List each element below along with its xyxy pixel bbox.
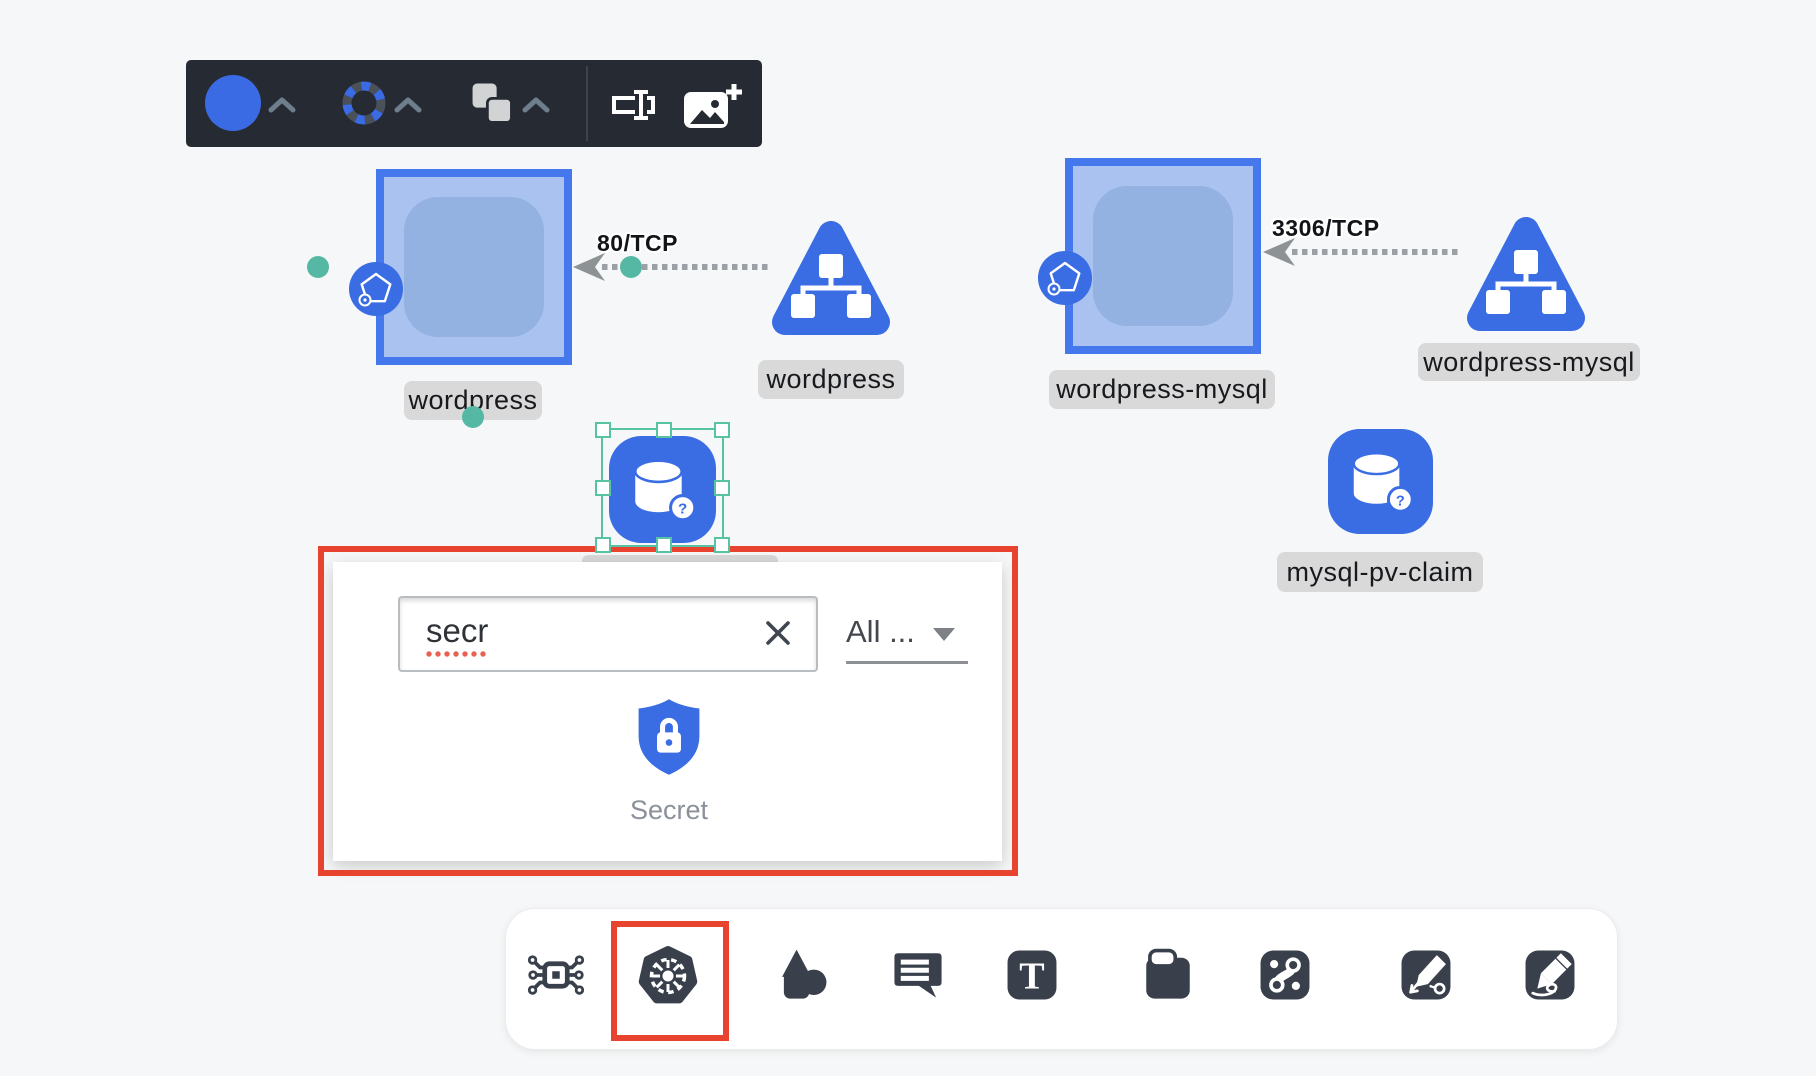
highlighter-tool-icon[interactable] [1521,946,1579,1004]
selection-handle[interactable] [595,480,611,496]
copy-style-icon[interactable] [467,78,517,128]
node-label[interactable]: mysql-pv-claim [1277,552,1483,592]
connection-point[interactable] [462,406,484,428]
pen-tool-icon[interactable] [1397,946,1455,1004]
selection-handle[interactable] [714,422,730,438]
selection-handle[interactable] [656,537,672,553]
infrastructure-tool-icon[interactable] [526,945,586,1005]
node-wordpress-deployment[interactable] [376,169,572,365]
shapes-tool-icon[interactable] [773,946,831,1004]
connector-tool-icon[interactable] [1256,946,1314,1004]
pod-icon[interactable] [1038,251,1092,305]
edge-wordpress-mysql[interactable] [1292,249,1460,255]
fill-color-icon[interactable] [204,74,262,132]
canvas[interactable]: 80/TCP wordpress wordpress 3306/TCP word… [0,0,1816,1076]
selection-handle[interactable] [714,480,730,496]
connection-point[interactable] [620,256,642,278]
chevron-up-icon[interactable] [268,97,296,113]
arrowhead-icon [573,253,605,281]
chevron-up-icon[interactable] [522,97,550,113]
node-wordpress-mysql-service[interactable] [1460,204,1592,336]
node-mysql-pv-claim[interactable]: ? [1327,428,1434,535]
selection-handle[interactable] [595,422,611,438]
comment-tool-icon[interactable] [889,946,947,1004]
toolbar-divider [586,66,588,141]
frame-tool-icon[interactable] [1139,946,1197,1004]
edge-port-label[interactable]: 80/TCP [597,230,678,257]
annotation-rectangle[interactable] [318,546,1018,876]
node-label[interactable]: wordpress [758,360,904,399]
pod-icon[interactable] [349,262,403,316]
node-label[interactable]: wordpress-mysql [1049,370,1275,409]
active-tool-annotation [611,921,729,1041]
question-badge: ? [1396,493,1405,509]
selection-handle[interactable] [595,537,611,553]
node-wordpress-service[interactable] [765,208,897,340]
node-label[interactable]: wordpress-mysql [1418,343,1640,381]
connection-point[interactable] [307,256,329,278]
node-wordpress-mysql-deployment[interactable] [1065,158,1261,354]
text-tool-glyph: T [1019,956,1044,998]
selection-handle[interactable] [656,422,672,438]
selection-handle[interactable] [714,537,730,553]
text-width-icon[interactable] [605,85,661,125]
chevron-up-icon[interactable] [394,97,422,113]
replica-box [1093,186,1233,326]
arrowhead-icon [1263,238,1295,266]
text-tool-icon[interactable]: T [1003,946,1061,1004]
style-toolbar [186,60,762,147]
replica-box [404,197,544,337]
selection-box[interactable] [601,428,724,547]
image-plus-icon[interactable] [682,82,742,132]
stroke-style-icon[interactable] [336,75,392,131]
